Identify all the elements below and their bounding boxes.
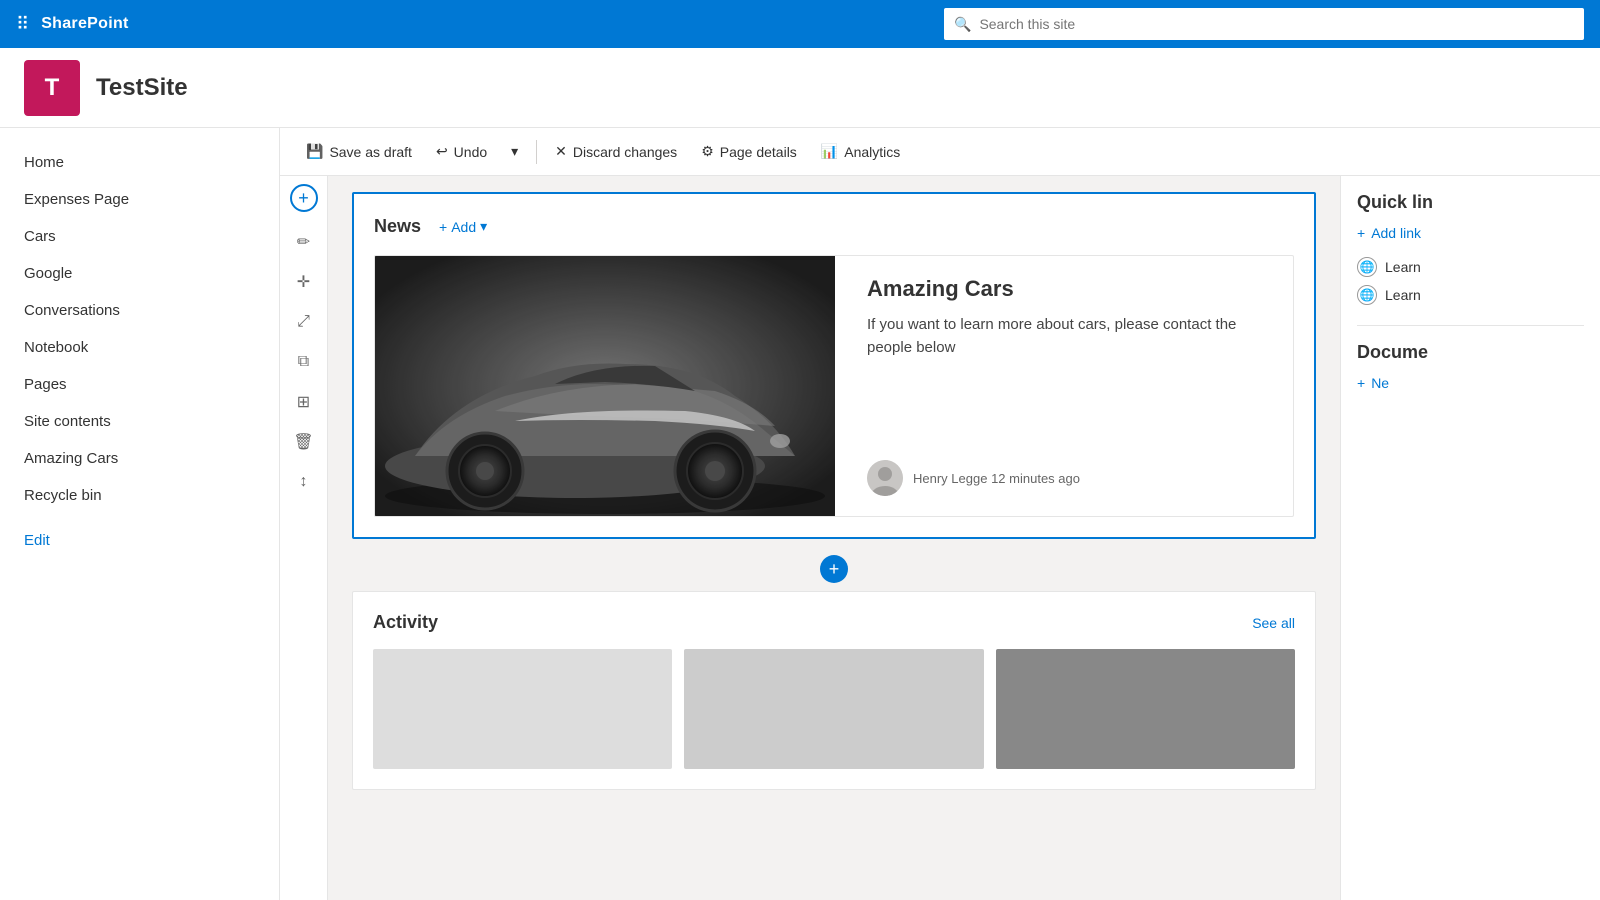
- activity-card-1[interactable]: [373, 649, 672, 769]
- delete-strip-button[interactable]: 🗑: [286, 424, 322, 460]
- strip-tools: ✏ ✛ ⤢ ⧉ ⊞ 🗑 ↕: [286, 224, 322, 500]
- avatar-svg: [867, 460, 903, 496]
- news-add-button[interactable]: + Add ▾: [433, 214, 493, 239]
- save-draft-button[interactable]: 💾 Save as draft: [296, 137, 422, 166]
- undo-dropdown-button[interactable]: ▾: [501, 137, 528, 166]
- site-logo: T: [24, 60, 80, 116]
- analytics-icon: 📊: [821, 143, 838, 160]
- add-below-button[interactable]: +: [820, 555, 848, 583]
- analytics-button[interactable]: 📊 Analytics: [811, 137, 910, 166]
- sidebar-item-home[interactable]: Home: [0, 144, 279, 181]
- news-card[interactable]: Amazing Cars If you want to learn more a…: [374, 255, 1294, 517]
- activity-card-3[interactable]: [996, 649, 1295, 769]
- section-add-indicator: +: [352, 555, 1316, 583]
- activity-section: Activity See all: [352, 591, 1316, 790]
- sidebar-item-notebook[interactable]: Notebook: [0, 329, 279, 366]
- discard-icon: ✕: [555, 143, 567, 160]
- edit-toolbar: 💾 Save as draft ↩ Undo ▾ ✕ Discard chang…: [280, 128, 1600, 176]
- news-heading: News: [374, 216, 421, 237]
- right-panel: Quick lin + Add link 🌐 Learn 🌐 Learn Doc…: [1340, 176, 1600, 900]
- news-title-row: News + Add ▾: [374, 214, 1294, 239]
- author-avatar: [867, 460, 903, 496]
- undo-button[interactable]: ↩ Undo: [426, 137, 497, 166]
- sharepoint-brand: SharePoint: [41, 15, 128, 33]
- sidebar-item-google[interactable]: Google: [0, 255, 279, 292]
- news-card-image: [375, 256, 835, 516]
- search-input[interactable]: [979, 16, 1574, 32]
- toolbar-separator: [536, 140, 537, 164]
- apps-icon[interactable]: ⠿: [16, 14, 29, 35]
- activity-cards: [373, 649, 1295, 769]
- main-layout: Home Expenses Page Cars Google Conversat…: [0, 128, 1600, 900]
- author-info: Henry Legge 12 minutes ago: [913, 471, 1080, 486]
- activity-header: Activity See all: [373, 612, 1295, 633]
- see-all-link[interactable]: See all: [1252, 615, 1295, 631]
- time-ago: 12 minutes ago: [991, 471, 1080, 486]
- sidebar-item-amazing-cars[interactable]: Amazing Cars: [0, 440, 279, 477]
- activity-card-2[interactable]: [684, 649, 983, 769]
- add-link-icon: +: [1357, 225, 1365, 241]
- copy-strip-button[interactable]: ⧉: [286, 344, 322, 380]
- sidebar-item-edit[interactable]: Edit: [0, 522, 279, 559]
- page-details-button[interactable]: ⚙ Page details: [691, 137, 807, 166]
- search-box[interactable]: 🔍: [944, 8, 1584, 40]
- sidebar-item-cars[interactable]: Cars: [0, 218, 279, 255]
- sidebar-item-recycle-bin[interactable]: Recycle bin: [0, 477, 279, 514]
- edit-strip-pencil[interactable]: ✏: [286, 224, 322, 260]
- content-area: 💾 Save as draft ↩ Undo ▾ ✕ Discard chang…: [280, 128, 1600, 900]
- new-document-button[interactable]: + Ne: [1357, 375, 1584, 391]
- news-card-title: Amazing Cars: [867, 276, 1277, 302]
- globe-icon-1: 🌐: [1357, 257, 1377, 277]
- search-icon: 🔍: [954, 16, 971, 33]
- site-title: TestSite: [96, 74, 188, 102]
- sidebar-item-pages[interactable]: Pages: [0, 366, 279, 403]
- sidebar-item-expenses-page[interactable]: Expenses Page: [0, 181, 279, 218]
- documents-title: Docume: [1357, 342, 1584, 363]
- topbar: ⠿ SharePoint 🔍: [0, 0, 1600, 48]
- canvas: News + Add ▾: [328, 176, 1340, 900]
- author-name: Henry Legge: [913, 471, 987, 486]
- left-strip: + ✏ ✛ ⤢ ⧉ ⊞ 🗑 ↕: [280, 176, 328, 900]
- car-svg: [375, 256, 835, 516]
- add-chevron-icon: ▾: [480, 218, 487, 235]
- globe-icon-2: 🌐: [1357, 285, 1377, 305]
- new-doc-plus-icon: +: [1357, 375, 1365, 391]
- sidebar-item-site-contents[interactable]: Site contents: [0, 403, 279, 440]
- chevron-down-icon: ▾: [511, 143, 518, 160]
- save-draft-icon: 💾: [306, 143, 323, 160]
- sidebar-item-conversations[interactable]: Conversations: [0, 292, 279, 329]
- site-header: T TestSite: [0, 48, 1600, 128]
- move-down-strip-button[interactable]: ↕: [286, 464, 322, 500]
- add-section-button[interactable]: +: [290, 184, 318, 212]
- sidebar: Home Expenses Page Cars Google Conversat…: [0, 128, 280, 900]
- undo-icon: ↩: [436, 143, 448, 160]
- page-details-icon: ⚙: [701, 143, 714, 160]
- discard-changes-button[interactable]: ✕ Discard changes: [545, 137, 687, 166]
- plus-icon: +: [439, 219, 447, 235]
- news-card-description: If you want to learn more about cars, pl…: [867, 314, 1277, 359]
- news-card-content: Amazing Cars If you want to learn more a…: [851, 256, 1293, 516]
- news-block: News + Add ▾: [352, 192, 1316, 539]
- add-link-button[interactable]: + Add link: [1357, 225, 1584, 241]
- right-divider: [1357, 325, 1584, 326]
- move-strip-button[interactable]: ✛: [286, 264, 322, 300]
- quick-links-title: Quick lin: [1357, 192, 1584, 213]
- activity-title: Activity: [373, 612, 438, 633]
- page-content: + ✏ ✛ ⤢ ⧉ ⊞ 🗑 ↕ News: [280, 176, 1600, 900]
- duplicate-strip-button[interactable]: ⊞: [286, 384, 322, 420]
- learn-link-1[interactable]: 🌐 Learn: [1357, 253, 1584, 281]
- learn-link-2[interactable]: 🌐 Learn: [1357, 281, 1584, 309]
- news-card-footer: Henry Legge 12 minutes ago: [867, 460, 1277, 496]
- move-arrows-button[interactable]: ⤢: [286, 304, 322, 340]
